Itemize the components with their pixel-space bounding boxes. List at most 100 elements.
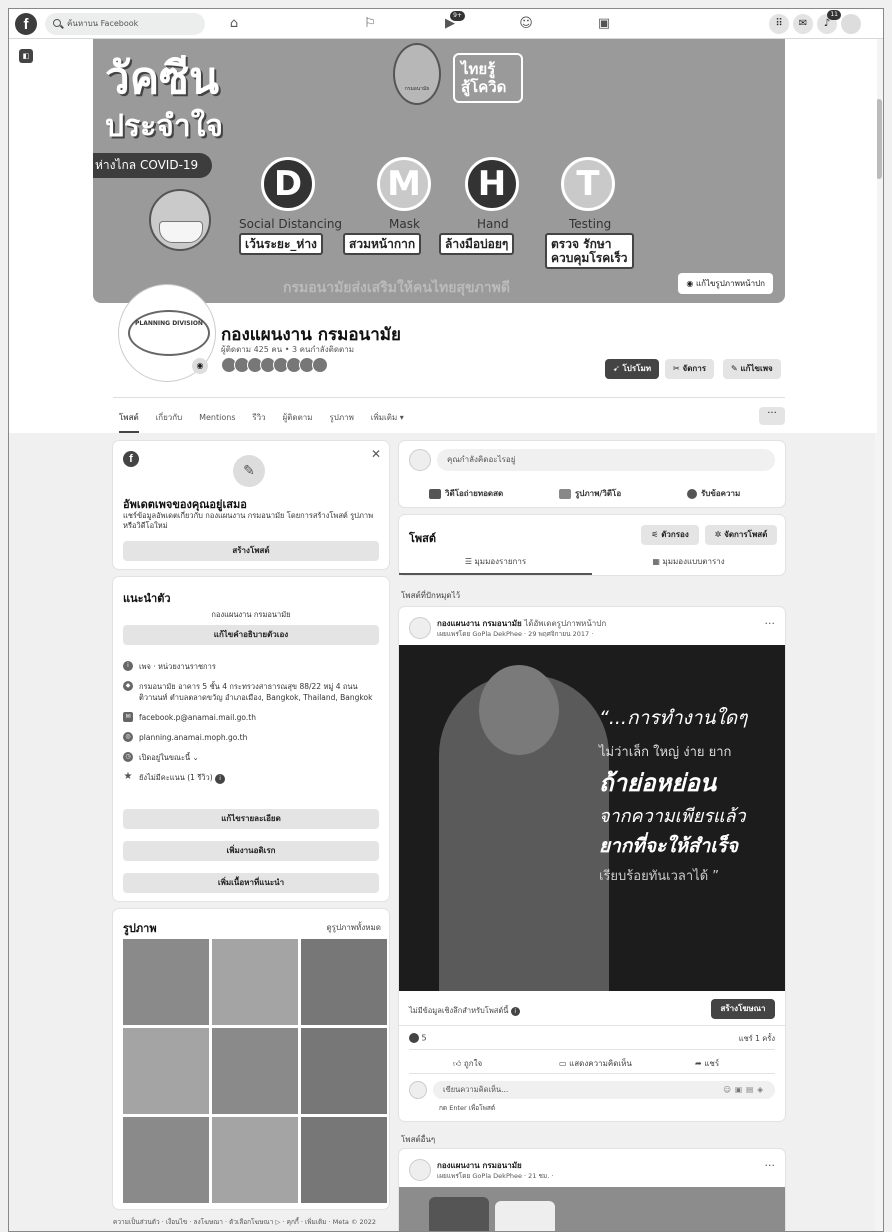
share-count[interactable]: แชร์ 1 ครั้ง [739, 1033, 775, 1045]
get-messages-action[interactable]: รับข้อความ [687, 487, 740, 500]
photo-thumb[interactable] [123, 939, 209, 1025]
page-avatar[interactable]: PLANNING DIVISION ◉ [119, 285, 215, 381]
search-placeholder: ค้นหาบน Facebook [67, 19, 139, 28]
letter-m: M [377, 157, 431, 211]
follower-avatars[interactable] [221, 357, 328, 373]
cover-photo[interactable]: วัคซีน ประจำใจ ห่างไกล COVID-19 กรมอนามั… [93, 39, 785, 303]
department-seal-logo: กรมอนามัย [393, 43, 441, 105]
create-post-button[interactable]: สร้างโพสต์ [123, 541, 379, 561]
rating-info-icon[interactable]: i [215, 774, 226, 784]
comment-icon: ▭ [559, 1059, 570, 1068]
photo-thumb[interactable] [123, 1028, 209, 1114]
share-icon: ➦ [695, 1059, 705, 1068]
live-video-action[interactable]: วิดีโอถ่ายทอดสด [429, 487, 503, 500]
grid-view-tab[interactable]: ▦ มุมมองแบบตาราง [592, 551, 785, 575]
menu-grid-icon[interactable]: ⠿ [769, 14, 789, 34]
sidebar-toggle-icon[interactable]: ◧ [19, 49, 33, 63]
comment-button[interactable]: ▭ แสดงความคิดเห็น [559, 1057, 632, 1070]
photo-video-label: รูปภาพ/วิดีโอ [575, 489, 622, 498]
other-post-card: กองแผนงาน กรมอนามัย เผยแพร่โดย GoPla Dek… [399, 1149, 785, 1231]
tab-posts[interactable]: โพสต์ [119, 405, 139, 433]
comment-tools-icons[interactable]: ☺▣▤◈ [723, 1081, 767, 1099]
other-post-menu-icon[interactable]: ··· [765, 1159, 776, 1172]
tab-mentions[interactable]: Mentions [199, 405, 235, 431]
photo-thumb[interactable] [301, 1117, 387, 1203]
account-avatar[interactable] [841, 14, 861, 34]
add-featured-button[interactable]: เพิ่มเนื้อหาที่แนะนำ [123, 873, 379, 893]
reaction-count[interactable]: 5 [409, 1033, 427, 1043]
edit-page-button[interactable]: ✎ แก้ไขเพจ [723, 359, 781, 379]
avatar-camera-icon[interactable]: ◉ [192, 358, 208, 374]
like-reaction-icon [409, 1033, 419, 1043]
info-website[interactable]: ◎ planning.anamai.moph.go.th [119, 732, 385, 743]
other-post-avatar[interactable] [409, 1159, 431, 1181]
see-all-photos-link[interactable]: ดูรูปภาพทั้งหมด [326, 921, 381, 934]
photo-thumb[interactable] [212, 939, 298, 1025]
post-menu-icon[interactable]: ··· [765, 617, 776, 630]
post-author-avatar[interactable] [409, 617, 431, 639]
edit-details-button[interactable]: แก้ไขรายละเอียด [123, 809, 379, 829]
thai-label-distancing: เว้นระยะ_ห่าง [239, 233, 323, 255]
post-image[interactable]: “...การทำงานใดๆ ไม่ว่าเล็ก ใหญ่ ง่าย ยาก… [399, 645, 785, 991]
info-email-text[interactable]: facebook.p@anamai.mail.go.th [139, 713, 256, 722]
watch-icon[interactable]: ▶ 9+ [441, 11, 465, 33]
groups-icon[interactable]: ☺ [517, 15, 535, 33]
pinned-post-card: กองแผนงาน กรมอนามัย ได้อัพเดตรูปภาพหน้าป… [399, 607, 785, 1121]
create-ad-button[interactable]: สร้างโฆษณา [711, 999, 775, 1019]
photo-thumb[interactable] [212, 1117, 298, 1203]
info-hours-text[interactable]: เปิดอยู่ในขณะนี้ ⌄ [139, 753, 199, 762]
intro-title: แนะนำตัว [123, 592, 171, 605]
info-website-text[interactable]: planning.anamai.moph.go.th [139, 733, 247, 742]
photo-thumb[interactable] [212, 1028, 298, 1114]
posts-header-card: โพสต์ ⚟ ตัวกรอง ✲ จัดการโพสต์ ☰ มุมมองรา… [399, 515, 785, 575]
share-button[interactable]: ➦ แชร์ [695, 1057, 719, 1070]
star-icon: ★ [123, 771, 133, 782]
list-view-tab[interactable]: ☰ มุมมองรายการ [399, 551, 592, 575]
comment-input[interactable]: เขียนความคิดเห็น... ☺▣▤◈ [433, 1081, 775, 1099]
camera-icon: ◉ [686, 279, 696, 288]
photo-thumb[interactable] [301, 1028, 387, 1114]
label-hand: Hand [477, 217, 509, 231]
tab-reviews[interactable]: รีวิว [252, 405, 265, 431]
info-hours[interactable]: ◷ เปิดอยู่ในขณะนี้ ⌄ [119, 752, 385, 763]
photo-thumb[interactable] [123, 1117, 209, 1203]
follower-count[interactable]: ผู้ติดตาม 425 คน • 3 คนกำลังติดตาม [221, 343, 354, 356]
manage-button[interactable]: ✂ จัดการ [665, 359, 715, 379]
quote-line-1: “...การทำงานใดๆ [599, 707, 748, 729]
watch-badge: 9+ [450, 11, 465, 21]
notifications-badge: 11 [827, 10, 841, 20]
edit-cover-button[interactable]: ◉ แก้ไขรูปภาพหน้าปก [678, 273, 773, 294]
photo-thumb[interactable] [301, 939, 387, 1025]
facebook-logo-icon[interactable]: f [15, 13, 37, 35]
tab-photos[interactable]: รูปภาพ [329, 405, 353, 431]
manage-posts-button[interactable]: ✲ จัดการโพสต์ [705, 525, 777, 545]
edit-bio-button[interactable]: แก้ไขคำอธิบายตัวเอง [123, 625, 379, 645]
messenger-icon[interactable]: ✉ [793, 14, 813, 34]
add-hobbies-button[interactable]: เพิ่มงานอดิเรก [123, 841, 379, 861]
tab-followers[interactable]: ผู้ติดตาม [283, 405, 313, 431]
quote-line-2: ไม่ว่าเล็ก ใหญ่ ง่าย ยาก [599, 745, 732, 760]
search-input[interactable]: ค้นหาบน Facebook [45, 13, 205, 35]
promote-button[interactable]: ➹ โปรโมท [605, 359, 660, 379]
insights-info-icon[interactable]: i [510, 1007, 520, 1016]
tab-more[interactable]: เพิ่มเติม ▾ [371, 405, 404, 431]
other-post-image[interactable] [399, 1187, 785, 1231]
filter-button[interactable]: ⚟ ตัวกรอง [641, 525, 699, 545]
photo-grid [123, 939, 387, 1203]
composer-input[interactable]: คุณกำลังคิดอะไรอยู่ [437, 449, 775, 471]
gaming-icon[interactable]: ▣ [595, 15, 613, 33]
tab-about[interactable]: เกี่ยวกับ [156, 405, 183, 431]
notifications-icon[interactable]: ♪ 11 [817, 10, 841, 34]
flag-icon[interactable]: ⚐ [361, 15, 379, 33]
like-button[interactable]: 👍︎ ถูกใจ [453, 1057, 482, 1070]
post-author-name[interactable]: กองแผนงาน กรมอนามัย [437, 619, 522, 628]
live-video-label: วิดีโอถ่ายทอดสด [445, 489, 504, 498]
info-email[interactable]: ✉ facebook.p@anamai.mail.go.th [119, 712, 385, 723]
close-icon[interactable]: ✕ [371, 447, 381, 461]
photo-video-action[interactable]: รูปภาพ/วิดีโอ [559, 487, 621, 500]
info-rating-text: ยังไม่มีคะแนน (1 รีวิว) [139, 773, 213, 782]
more-options-button[interactable]: ··· [759, 407, 785, 425]
live-video-icon [429, 488, 441, 499]
home-icon[interactable]: ⌂ [225, 15, 243, 33]
footer-links[interactable]: ความเป็นส่วนตัว · เงื่อนไข · ลงโฆษณา · ต… [113, 1217, 376, 1227]
